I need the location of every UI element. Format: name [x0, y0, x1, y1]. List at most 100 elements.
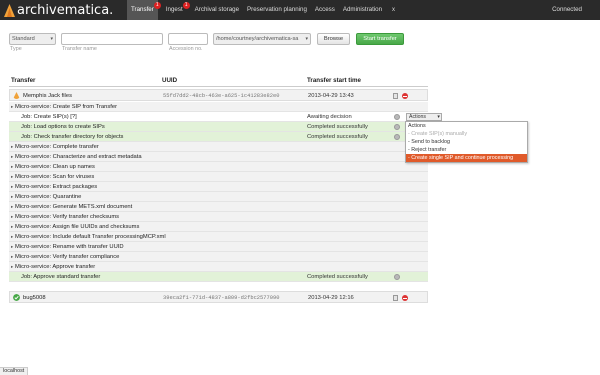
- actions-option[interactable]: Actions: [406, 122, 527, 130]
- transfer-name-input[interactable]: [61, 33, 163, 45]
- microservice-row[interactable]: ▸ Micro-service: Create SIP from Transfer: [9, 102, 428, 112]
- job-label: Job: Create SIP(s) [?]: [21, 114, 77, 120]
- microservice-label: Micro-service: Assign file UUIDs and che…: [15, 224, 140, 230]
- microservice-label: Micro-service: Clean up names: [15, 164, 95, 170]
- gear-icon[interactable]: [394, 274, 400, 280]
- microservice-row[interactable]: ▸ Micro-service: Scan for viruses: [9, 172, 428, 182]
- gear-icon[interactable]: [394, 114, 400, 120]
- microservice-label: Micro-service: Quarantine: [15, 194, 82, 200]
- nav-item-archival-storage[interactable]: Archival storage: [191, 0, 243, 20]
- delete-icon[interactable]: [402, 295, 408, 301]
- microservice-toggle[interactable]: ▸ Micro-service: Generate METS.xml docume…: [9, 202, 132, 212]
- column-header-transfer: Transfer: [11, 77, 36, 84]
- actions-select[interactable]: Actions ▾: [406, 113, 442, 121]
- microservice-row[interactable]: ▸ Micro-service: Assign file UUIDs and ch…: [9, 222, 428, 232]
- microservice-toggle[interactable]: ▸ Micro-service: Verify transfer complian…: [9, 252, 119, 262]
- job-row[interactable]: Job: Load options to create SIPs Complete…: [9, 122, 428, 132]
- microservice-label: Micro-service: Verify transfer complianc…: [15, 254, 120, 260]
- microservice-row[interactable]: ▸ Micro-service: Quarantine: [9, 192, 428, 202]
- delete-icon[interactable]: [402, 93, 408, 99]
- column-header-start-time: Transfer start time: [307, 77, 361, 84]
- job-row[interactable]: Job: Create SIP(s) [?] Awaiting decision: [9, 112, 428, 122]
- microservice-row[interactable]: ▸ Micro-service: Verify transfer complian…: [9, 252, 428, 262]
- column-header-uuid: UUID: [162, 77, 178, 84]
- transfer-name: bug5008: [23, 295, 46, 301]
- gear-icon[interactable]: [394, 134, 400, 140]
- microservice-toggle[interactable]: ▸ Micro-service: Create SIP from Transfer: [9, 102, 117, 112]
- microservice-toggle[interactable]: ▸ Micro-service: Clean up names: [9, 162, 95, 172]
- archivematica-logo-icon: [4, 3, 15, 17]
- actions-option[interactable]: - Send to backlog: [406, 138, 527, 146]
- microservice-label: Micro-service: Scan for viruses: [15, 174, 95, 180]
- job-row[interactable]: Job: Approve standard transfer Completed …: [9, 272, 428, 282]
- job-status: Completed successfully: [307, 274, 368, 280]
- chevron-down-icon: ▾: [305, 34, 308, 44]
- microservice-row[interactable]: ▸ Micro-service: Rename with transfer UUI…: [9, 242, 428, 252]
- microservice-row[interactable]: ▸ Micro-service: Characterize and extract…: [9, 152, 428, 162]
- microservice-toggle[interactable]: ▸ Micro-service: Characterize and extract…: [9, 152, 142, 162]
- notification-badge: 1: [182, 2, 190, 9]
- transfer-name: Memphis Jack files: [23, 93, 72, 99]
- microservice-toggle[interactable]: ▸ Micro-service: Quarantine: [9, 192, 81, 202]
- microservice-label: Micro-service: Include default Transfer …: [15, 234, 166, 240]
- microservice-label: Micro-service: Characterize and extract …: [15, 154, 142, 160]
- microservice-toggle[interactable]: ▸ Micro-service: Extract packages: [9, 182, 97, 192]
- microservice-label: Micro-service: Create SIP from Transfer: [15, 104, 118, 110]
- browse-button[interactable]: Browse: [317, 33, 350, 45]
- chevron-down-icon: ▾: [437, 114, 440, 120]
- microservice-toggle[interactable]: ▸ Micro-service: Rename with transfer UUI…: [9, 242, 124, 252]
- connection-status: Connected: [552, 6, 582, 13]
- source-path-select[interactable]: /home/courtney/archivematica-sa ▾: [213, 33, 311, 45]
- transfer-type-value: Standard: [12, 36, 35, 42]
- metadata-icon[interactable]: [393, 295, 399, 301]
- brand-logo[interactable]: archivematica.: [4, 2, 113, 18]
- actions-option[interactable]: - Reject transfer: [406, 146, 527, 154]
- job-label: Job: Approve standard transfer: [21, 274, 101, 280]
- nav-item-administration[interactable]: Administration: [339, 0, 386, 20]
- transfer-uuid: 39eca2f1-771d-4837-a809-d2fbc2577090: [163, 295, 280, 301]
- microservice-toggle[interactable]: ▸ Micro-service: Include default Transfer…: [9, 232, 166, 242]
- nav-item-access[interactable]: Access: [311, 0, 339, 20]
- transfer-row[interactable]: Memphis Jack files 55fd7dd2-48cb-463e-a6…: [9, 89, 428, 101]
- microservice-toggle[interactable]: ▸ Micro-service: Scan for viruses: [9, 172, 94, 182]
- microservice-row[interactable]: ▸ Micro-service: Complete transfer: [9, 142, 428, 152]
- start-transfer-button[interactable]: Start transfer: [356, 33, 404, 45]
- microservice-toggle[interactable]: ▸ Micro-service: Assign file UUIDs and ch…: [9, 222, 139, 232]
- nav-item-label: Access: [314, 6, 335, 13]
- job-status: Awaiting decision: [307, 114, 352, 120]
- transfer-row[interactable]: bug5008 39eca2f1-771d-4837-a809-d2fbc257…: [9, 291, 428, 303]
- microservice-row[interactable]: ▸ Micro-service: Include default Transfer…: [9, 232, 428, 242]
- nav-item-transfer[interactable]: Transfer 1: [127, 0, 161, 20]
- microservice-row[interactable]: ▸ Micro-service: Approve transfer: [9, 262, 428, 272]
- job-status: Completed successfully: [307, 134, 368, 140]
- transfer-name-label: Transfer name: [62, 46, 97, 52]
- microservice-toggle[interactable]: ▸ Micro-service: Approve transfer: [9, 262, 95, 272]
- nav-item-ingest[interactable]: Ingest 1: [162, 0, 190, 20]
- actions-option[interactable]: - Create single SIP and continue process…: [406, 154, 527, 162]
- notification-badge: 1: [153, 2, 161, 9]
- nav-item-label: Preservation planning: [247, 6, 307, 13]
- header-divider: [9, 86, 428, 87]
- transfer-start-time: 2013-04-29 12:16: [308, 295, 354, 301]
- brand-name: archivematica.: [17, 2, 114, 18]
- microservice-row[interactable]: ▸ Micro-service: Extract packages: [9, 182, 428, 192]
- nav-extra-menu[interactable]: x: [392, 0, 395, 20]
- microservice-toggle[interactable]: ▸ Micro-service: Complete transfer: [9, 142, 99, 152]
- actions-dropdown-menu: Actions - Create SIP(s) manually - Send to…: [405, 121, 528, 163]
- microservice-label: Micro-service: Verify transfer checksums: [15, 214, 120, 220]
- accession-number-input[interactable]: [168, 33, 208, 45]
- microservice-row[interactable]: ▸ Micro-service: Generate METS.xml docume…: [9, 202, 428, 212]
- gear-icon[interactable]: [394, 124, 400, 130]
- source-path-value: /home/courtney/archivematica-sa: [216, 36, 299, 42]
- microservice-label: Micro-service: Generate METS.xml documen…: [15, 204, 133, 210]
- accession-number-label: Accession no.: [169, 46, 203, 52]
- metadata-icon[interactable]: [393, 93, 399, 99]
- transfer-type-select[interactable]: Standard ▾: [9, 33, 56, 45]
- job-row[interactable]: Job: Check transfer directory for object…: [9, 132, 428, 142]
- nav-item-label: Archival storage: [194, 6, 240, 13]
- transfer-start-time: 2013-04-29 13:43: [308, 93, 354, 99]
- microservice-toggle[interactable]: ▸ Micro-service: Verify transfer checksum…: [9, 212, 119, 222]
- nav-item-preservation-planning[interactable]: Preservation planning: [243, 0, 311, 20]
- microservice-row[interactable]: ▸ Micro-service: Verify transfer checksum…: [9, 212, 428, 222]
- microservice-row[interactable]: ▸ Micro-service: Clean up names: [9, 162, 428, 172]
